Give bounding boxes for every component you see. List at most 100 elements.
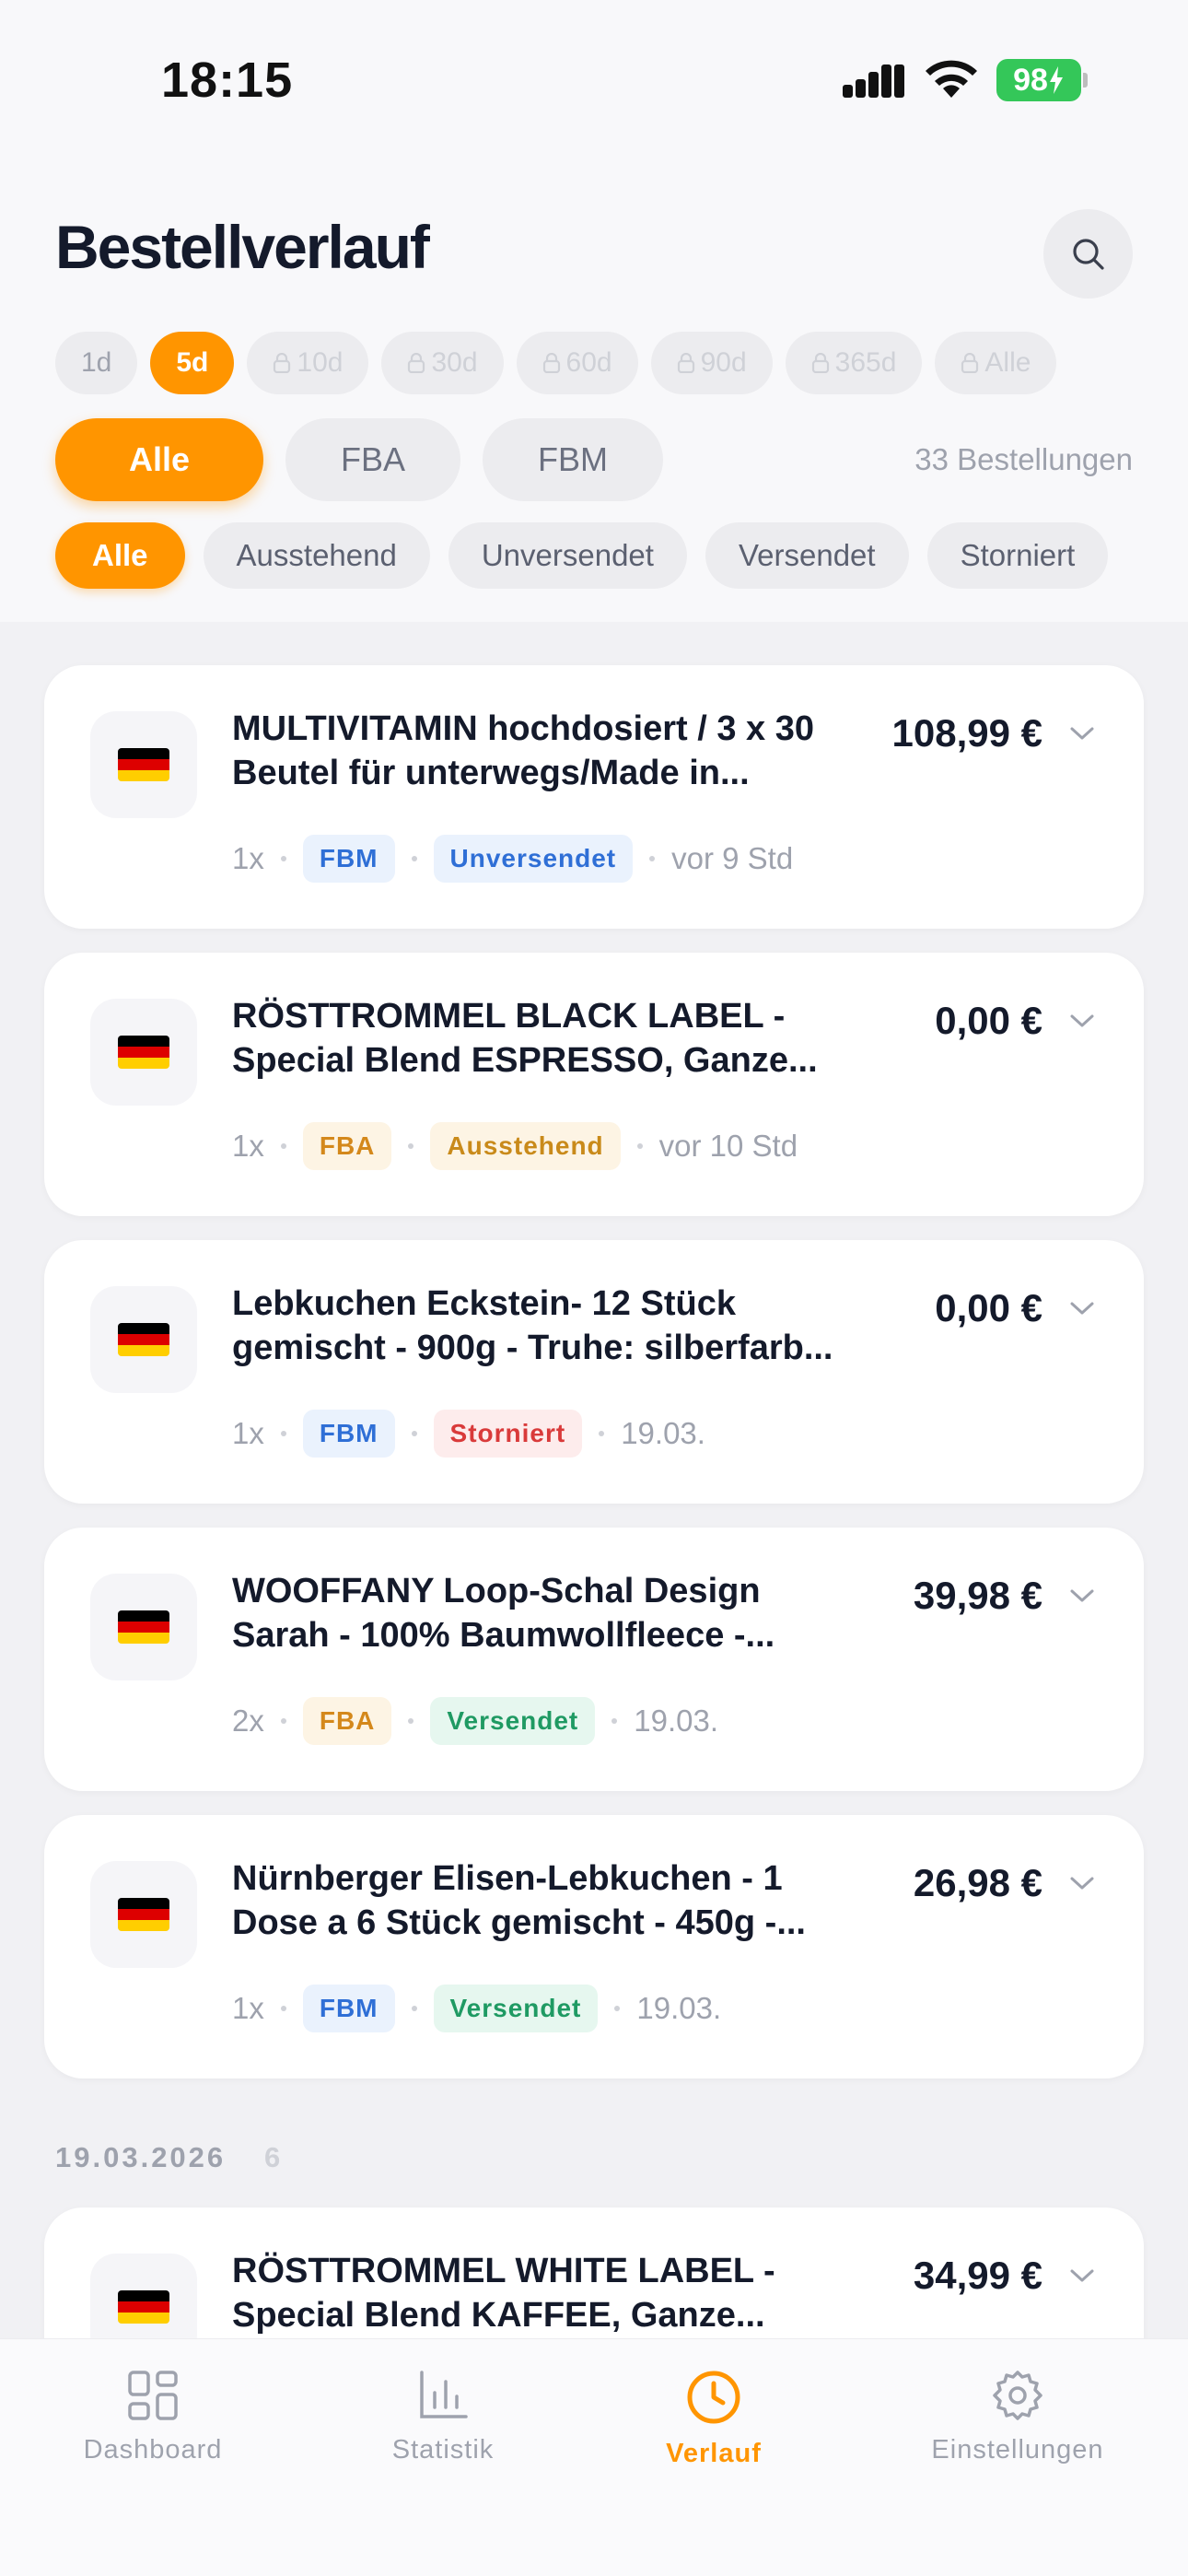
germany-flag-icon <box>118 748 169 781</box>
order-card[interactable]: RÖSTTROMMEL BLACK LABEL - Special Blend … <box>44 953 1144 1216</box>
order-quantity: 1x <box>232 841 264 875</box>
status-ausstehend[interactable]: Ausstehend <box>203 522 430 589</box>
order-time: 19.03. <box>621 1416 705 1450</box>
order-card[interactable]: WOOFFANY Loop-Schal Design Sarah - 100% … <box>44 1528 1144 1791</box>
chevron-down-icon[interactable] <box>1068 724 1096 743</box>
period-30d[interactable]: 30d <box>381 332 504 394</box>
battery-level: 98 <box>1013 62 1048 98</box>
separator-dot <box>599 1431 605 1436</box>
tab-statistik[interactable]: Statistik <box>323 2369 563 2465</box>
order-time: 19.03. <box>636 1991 722 2025</box>
marketplace-flag <box>90 999 197 1106</box>
channel-badge: FBM <box>302 835 395 883</box>
order-title: Lebkuchen Eckstein- 12 Stück <box>232 1284 736 1323</box>
chevron-down-icon[interactable] <box>1068 1874 1096 1892</box>
wifi-icon <box>926 60 977 98</box>
tab-verlauf[interactable]: Verlauf <box>594 2369 833 2469</box>
status-storniert[interactable]: Storniert <box>926 522 1109 589</box>
lock-icon <box>274 353 291 373</box>
channel-fba[interactable]: FBA <box>285 418 461 501</box>
order-time: vor 9 Std <box>671 841 794 875</box>
separator-dot <box>280 1718 286 1724</box>
page-header: Bestellverlauf 1d 5d 10d 30d 60d 90d 365… <box>0 157 1188 622</box>
order-card[interactable]: MULTIVITAMIN hochdosiert / 3 x 30 Beutel… <box>44 665 1144 929</box>
channel-alle[interactable]: Alle <box>55 418 264 501</box>
tab-einstellungen[interactable]: Einstellungen <box>898 2369 1137 2465</box>
order-title: Special Blend ESPRESSO, Ganze... <box>232 1041 818 1080</box>
germany-flag-icon <box>118 1036 169 1069</box>
status-badge: Unversendet <box>433 835 634 883</box>
tab-label: Verlauf <box>666 2439 762 2468</box>
period-filter: 1d 5d 10d 30d 60d 90d 365d Alle <box>55 332 1057 394</box>
tab-label: Statistik <box>391 2435 495 2465</box>
search-icon <box>1072 238 1104 270</box>
germany-flag-icon <box>118 2290 169 2324</box>
order-quantity: 1x <box>232 1991 264 2025</box>
order-quantity: 1x <box>232 1129 264 1163</box>
order-meta: 1x FBM Storniert 19.03. <box>232 1410 705 1458</box>
channel-badge: FBM <box>302 1985 395 2032</box>
period-alle[interactable]: Alle <box>935 332 1057 394</box>
period-365d[interactable]: 365d <box>785 332 923 394</box>
clock-icon <box>687 2371 740 2424</box>
order-price: 39,98 € <box>913 1574 1042 1617</box>
order-title: Dose a 6 Stück gemischt - 450g -... <box>232 1903 806 1942</box>
separator-dot <box>411 1431 417 1436</box>
order-title: RÖSTTROMMEL WHITE LABEL - <box>232 2252 775 2290</box>
chevron-down-icon[interactable] <box>1068 1587 1096 1605</box>
tab-dashboard[interactable]: Dashboard <box>33 2369 273 2465</box>
order-price: 0,00 € <box>935 1286 1042 1329</box>
period-60d[interactable]: 60d <box>516 332 638 394</box>
germany-flag-icon <box>118 1323 169 1356</box>
marketplace-flag <box>90 1286 197 1393</box>
order-price: 26,98 € <box>913 1861 1042 1904</box>
channel-badge: FBA <box>302 1697 392 1745</box>
order-meta: 1x FBM Unversendet vor 9 Std <box>232 835 793 883</box>
lock-icon <box>408 353 425 373</box>
lock-icon <box>542 353 560 373</box>
gear-icon <box>993 2371 1042 2420</box>
chevron-down-icon[interactable] <box>1068 1012 1096 1030</box>
order-count: 33 Bestellungen <box>914 442 1133 476</box>
separator-dot <box>649 856 656 861</box>
search-button[interactable] <box>1043 209 1133 299</box>
battery-indicator: 98 <box>996 59 1081 101</box>
marketplace-flag <box>90 1574 197 1680</box>
chart-icon <box>420 2371 468 2418</box>
order-card[interactable]: Nürnberger Elisen-Lebkuchen - 1 Dose a 6… <box>44 1815 1144 2078</box>
marketplace-flag <box>90 1861 197 1968</box>
period-5d[interactable]: 5d <box>150 332 235 394</box>
lock-icon <box>677 353 694 373</box>
order-card[interactable]: Lebkuchen Eckstein- 12 Stück gemischt - … <box>44 1240 1144 1504</box>
order-price: 0,00 € <box>935 999 1042 1042</box>
dashboard-icon <box>128 2371 178 2420</box>
order-title: Sarah - 100% Baumwollfleece -... <box>232 1616 775 1655</box>
period-1d[interactable]: 1d <box>55 332 138 394</box>
period-10d[interactable]: 10d <box>247 332 369 394</box>
battery-tip <box>1083 73 1088 88</box>
order-meta: 2x FBA Versendet 19.03. <box>232 1697 718 1745</box>
status-badge: Storniert <box>433 1410 583 1458</box>
tab-label: Dashboard <box>83 2435 223 2465</box>
status-unversendet[interactable]: Unversendet <box>448 522 687 589</box>
separator-dot <box>614 2006 621 2011</box>
status-versendet[interactable]: Versendet <box>705 522 909 589</box>
order-title: RÖSTTROMMEL BLACK LABEL - <box>232 997 786 1036</box>
separator-dot <box>636 1143 643 1149</box>
order-title: Special Blend KAFFEE, Ganze... <box>232 2296 765 2335</box>
chevron-down-icon[interactable] <box>1068 1299 1096 1317</box>
order-meta: 1x FBA Ausstehend vor 10 Std <box>232 1122 798 1170</box>
separator-dot <box>611 1718 618 1724</box>
status-alle[interactable]: Alle <box>55 522 185 589</box>
date-section-count: 6 <box>264 2141 281 2173</box>
marketplace-flag <box>90 711 197 818</box>
charging-bolt-icon <box>1049 66 1063 94</box>
tab-bar: Dashboard Statistik Verlauf Einstellunge… <box>0 2338 1188 2576</box>
order-meta: 1x FBM Versendet 19.03. <box>232 1985 721 2032</box>
lock-icon <box>811 353 829 373</box>
cellular-signal-icon <box>843 64 904 98</box>
chevron-down-icon[interactable] <box>1068 2266 1096 2285</box>
channel-fbm[interactable]: FBM <box>483 418 664 501</box>
period-90d[interactable]: 90d <box>650 332 773 394</box>
order-title: MULTIVITAMIN hochdosiert / 3 x 30 <box>232 709 814 748</box>
